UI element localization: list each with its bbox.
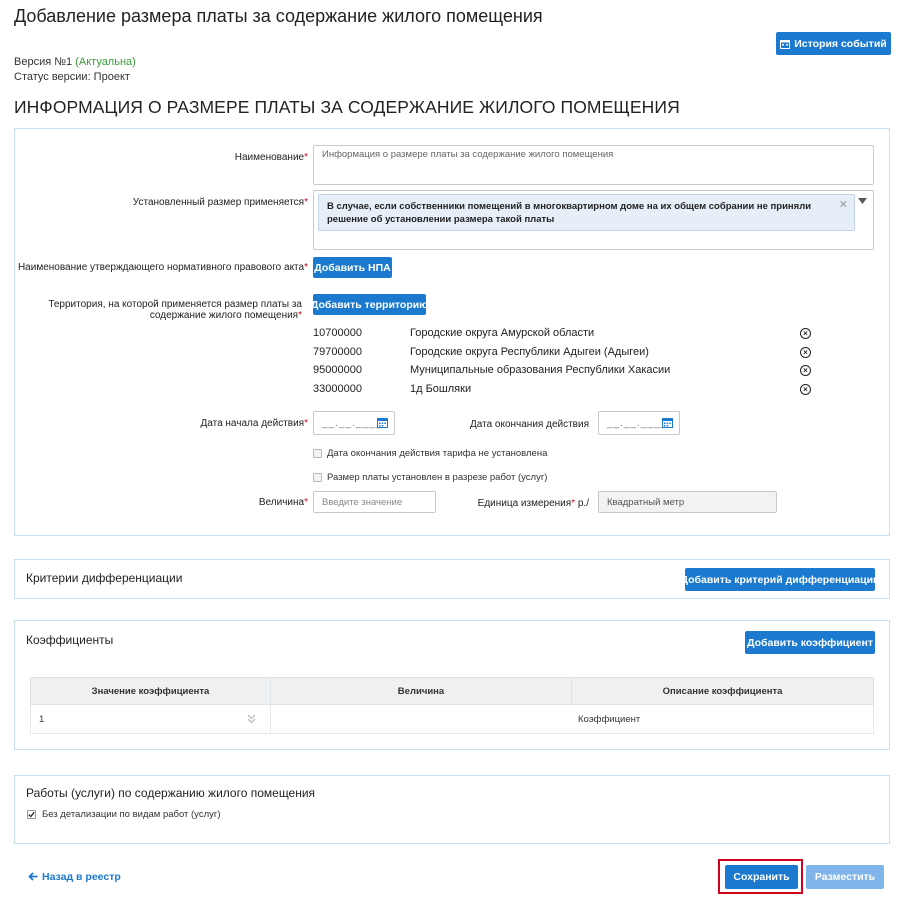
column-header: Описание коэффициента xyxy=(571,677,874,705)
territory-code: 10700000 xyxy=(313,327,362,339)
date-start-label: Дата начала действия* xyxy=(200,418,308,429)
table-row: 1 Коэффициент xyxy=(30,704,874,734)
value-placeholder: Введите значение xyxy=(322,497,403,508)
territory-name: Муниципальные образования Республики Хак… xyxy=(410,364,671,376)
territory-code: 95000000 xyxy=(313,364,362,376)
applies-select[interactable]: В случае, если собственники помещений в … xyxy=(313,190,874,250)
calendar-icon xyxy=(780,39,791,49)
back-link-label: Назад в реестр xyxy=(42,871,121,883)
date-start-field[interactable]: __.__.____ xyxy=(313,411,395,435)
applies-label: Установленный размер применяется* xyxy=(132,197,308,208)
unit-value: Квадратный метр xyxy=(607,497,685,508)
calendar-icon[interactable] xyxy=(377,417,388,428)
coefficient-value: 1 xyxy=(39,713,45,725)
remove-territory-icon[interactable]: × xyxy=(800,365,811,376)
name-field[interactable]: Информация о размере платы за содержание… xyxy=(313,145,874,185)
add-territory-button[interactable]: Добавить территорию xyxy=(311,294,428,315)
territory-row: 33000000 1д Бошляки × xyxy=(313,383,813,399)
npa-label: Наименование утверждающего нормативного … xyxy=(17,262,308,273)
unit-field[interactable]: Квадратный метр xyxy=(598,491,777,513)
name-label: Наименование* xyxy=(234,152,308,163)
works-title: Работы (услуги) по содержанию жилого пом… xyxy=(26,786,316,800)
dropdown-arrow-icon[interactable] xyxy=(858,198,867,204)
value-input[interactable]: Введите значение xyxy=(313,491,436,513)
version-status: (Актуальна) xyxy=(75,56,136,68)
page-title: Добавление размера платы за содержание ж… xyxy=(14,6,543,26)
no-end-date-checkbox[interactable] xyxy=(313,449,322,458)
territory-label: Территория, на которой применяется разме… xyxy=(48,299,302,321)
criteria-title: Критерии дифференциации xyxy=(26,571,183,585)
applies-tag: В случае, если собственники помещений в … xyxy=(318,194,855,231)
by-works-label: Размер платы установлен в разрезе работ … xyxy=(327,472,548,483)
name-value: Информация о размере платы за содержание… xyxy=(322,149,614,160)
version-label: Версия №1 xyxy=(14,56,73,68)
territory-name: 1д Бошляки xyxy=(410,383,472,395)
coefficients-table: Значение коэффициента Величина Описание … xyxy=(30,677,874,734)
date-end-mask: __.__.____ xyxy=(607,418,668,429)
version-line: Версия №1 (Актуальна) xyxy=(14,56,136,68)
checkmark-icon xyxy=(28,811,35,818)
territory-row: 10700000 Городские округа Амурской облас… xyxy=(313,327,813,343)
publish-button[interactable]: Разместить xyxy=(806,865,884,889)
territory-code: 79700000 xyxy=(313,346,362,358)
remove-territory-icon[interactable]: × xyxy=(800,328,811,339)
no-detail-label: Без детализации по видам работ (услуг) xyxy=(42,809,221,820)
territory-code: 33000000 xyxy=(313,383,362,395)
history-button-label: История событий xyxy=(794,37,887,50)
column-header: Величина xyxy=(270,677,572,705)
save-button[interactable]: Сохранить xyxy=(725,865,798,889)
value-label: Величина* xyxy=(258,497,308,508)
version-status-line: Статус версии: Проект xyxy=(14,71,130,83)
unit-prefix: р./ xyxy=(577,498,589,509)
history-button[interactable]: История событий xyxy=(776,32,891,55)
date-start-mask: __.__.____ xyxy=(322,418,383,429)
territory-name: Городские округа Амурской области xyxy=(410,327,595,339)
territory-row: 95000000 Муниципальные образования Респу… xyxy=(313,364,813,380)
back-link[interactable]: Назад в реестр xyxy=(28,871,121,883)
coefficient-value-cell[interactable]: 1 xyxy=(30,704,271,734)
coefficients-title: Коэффициенты xyxy=(26,633,114,647)
column-header: Значение коэффициента xyxy=(30,677,271,705)
tag-remove-icon[interactable]: ✕ xyxy=(839,199,848,212)
no-detail-checkbox[interactable] xyxy=(27,810,36,819)
double-chevron-down-icon[interactable] xyxy=(247,714,256,724)
no-end-date-label: Дата окончания действия тарифа не устано… xyxy=(327,448,548,459)
date-end-label: Дата окончания действия xyxy=(469,419,589,430)
add-coefficient-button[interactable]: Добавить коэффициент xyxy=(745,631,875,654)
arrow-left-icon xyxy=(28,872,38,881)
unit-label: Единица измерения* р./ xyxy=(477,498,589,509)
remove-territory-icon[interactable]: × xyxy=(800,347,811,358)
territory-name: Городские округа Республики Адыгеи (Адыг… xyxy=(410,346,649,358)
remove-territory-icon[interactable]: × xyxy=(800,384,811,395)
coefficient-description: Коэффициент xyxy=(270,704,874,734)
calendar-icon[interactable] xyxy=(662,417,673,428)
add-npa-button[interactable]: Добавить НПА xyxy=(313,257,392,278)
by-works-checkbox[interactable] xyxy=(313,473,322,482)
territory-row: 79700000 Городские округа Республики Ады… xyxy=(313,346,813,362)
add-criterion-button[interactable]: Добавить критерий дифференциации xyxy=(680,568,880,591)
section-title: ИНФОРМАЦИЯ О РАЗМЕРЕ ПЛАТЫ ЗА СОДЕРЖАНИЕ… xyxy=(14,97,680,117)
date-end-field[interactable]: __.__.____ xyxy=(598,411,680,435)
